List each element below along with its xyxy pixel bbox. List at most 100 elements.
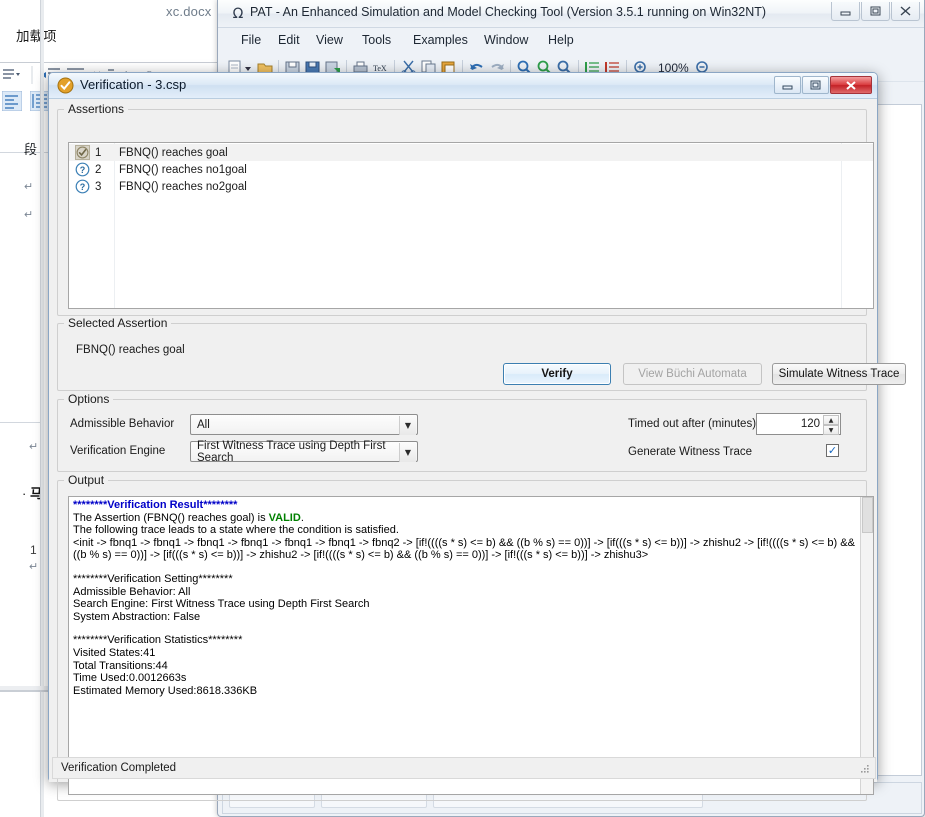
pat-menu-bar: File Edit View Tools Examples Window Hel…	[218, 28, 924, 54]
menu-window[interactable]: Window	[484, 33, 528, 47]
svg-text:?: ?	[80, 182, 86, 192]
timeout-label: Timed out after (minutes)	[628, 418, 757, 430]
admissible-behavior-label: Admissible Behavior	[70, 418, 175, 430]
output-scrollbar[interactable]	[860, 497, 873, 794]
word-list-style-icon[interactable]	[2, 66, 22, 84]
output-scrollbar-thumb[interactable]	[862, 497, 873, 533]
output-setting-line-3: System Abstraction: False	[73, 610, 201, 623]
dialog-status-bar: Verification Completed	[52, 757, 876, 779]
admissible-behavior-value: All	[197, 418, 210, 431]
word-bullet-mark: ·	[22, 486, 27, 501]
output-group-label: Output	[64, 473, 109, 487]
pat-close-button[interactable]	[891, 2, 920, 21]
assertion-number-3: 3	[95, 180, 102, 193]
verification-engine-combobox[interactable]: First Witness Trace using Depth First Se…	[190, 439, 418, 464]
spinner-down-icon[interactable]: ▼	[823, 425, 839, 435]
verification-engine-value: First Witness Trace using Depth First Se…	[197, 439, 386, 464]
output-content: ********Verification Result******** The …	[73, 499, 859, 697]
timeout-value: 120	[800, 418, 820, 430]
output-setting-line-2: Search Engine: First Witness Trace using…	[73, 598, 370, 611]
screen-root: xc.docx 加载项 段 ↵ ↵ ↵ · 马 1 ↵ Ω PAT - An E…	[0, 0, 925, 817]
simulate-witness-trace-button[interactable]: Simulate Witness Trace	[772, 363, 906, 385]
close-icon	[846, 80, 856, 90]
maximize-icon	[810, 80, 821, 90]
output-stats-line-3: Time Used:0.0012663s	[73, 672, 187, 685]
svg-text:?: ?	[80, 165, 86, 175]
assertion-number-1: 1	[95, 146, 102, 159]
pat-window-title: PAT - An Enhanced Simulation and Model C…	[250, 5, 767, 19]
assertions-list[interactable]: 1 FBNQ() reaches goal ? 2 FBNQ() reaches…	[68, 142, 874, 309]
assertion-text-3: FBNQ() reaches no2goal	[119, 180, 247, 193]
word-divider-icon	[31, 66, 33, 84]
verification-check-icon	[57, 77, 74, 94]
menu-examples[interactable]: Examples	[413, 33, 468, 47]
output-assertion-post: .	[300, 511, 304, 524]
checkmark-icon: ✓	[827, 444, 838, 457]
verification-dialog: Verification - 3.csp Assertions 1 FBNQ()…	[48, 72, 906, 801]
unknown-assertion-icon: ?	[75, 162, 90, 177]
word-page-shadow	[41, 0, 44, 817]
minimize-icon	[840, 11, 851, 15]
output-stats-line-2: Total Transitions:44	[73, 659, 168, 672]
output-stats-header: ********Verification Statistics********	[73, 634, 243, 647]
selected-assertion-group-label: Selected Assertion	[64, 316, 172, 330]
verification-engine-label: Verification Engine	[70, 445, 166, 457]
spinner-buttons: ▲ ▼	[823, 415, 839, 435]
assertion-row-1[interactable]: 1 FBNQ() reaches goal	[69, 144, 873, 161]
output-assertion-pre: The Assertion (FBNQ() reaches goal) is	[73, 511, 269, 524]
pat-maximize-button[interactable]	[861, 2, 890, 21]
dialog-close-button[interactable]	[830, 76, 872, 94]
output-result-header: ********Verification Result********	[73, 499, 238, 511]
pat-window-controls	[830, 2, 920, 21]
output-assertion-line: The Assertion (FBNQ() reaches goal) is V…	[73, 512, 859, 525]
generate-witness-trace-label: Generate Witness Trace	[628, 446, 752, 458]
pat-minimize-button[interactable]	[831, 2, 860, 21]
assertion-row-3[interactable]: ? 3 FBNQ() reaches no2goal	[69, 178, 873, 195]
dialog-minimize-button[interactable]	[774, 76, 801, 94]
word-page-top-divider	[0, 422, 40, 423]
assertion-row-2[interactable]: ? 2 FBNQ() reaches no1goal	[69, 161, 873, 178]
timeout-spinner[interactable]: 120 ▲ ▼	[756, 413, 841, 435]
maximize-icon	[870, 6, 881, 16]
output-spacer-2	[73, 623, 859, 634]
checked-assertion-icon	[75, 145, 90, 160]
menu-view[interactable]: View	[316, 33, 343, 47]
output-trace: <init -> fbnq1 -> fbnq1 -> fbnq1 -> fbnq…	[73, 536, 855, 562]
word-addins-tab[interactable]: 加载项	[16, 25, 57, 45]
unknown-assertion-icon: ?	[75, 179, 90, 194]
dialog-maximize-button[interactable]	[802, 76, 829, 94]
output-spacer-1	[73, 562, 859, 573]
generate-witness-trace-checkbox[interactable]: ✓	[826, 444, 839, 457]
omega-icon: Ω	[232, 6, 244, 22]
output-group: Output ********Verification Result******…	[57, 473, 874, 801]
output-textbox[interactable]: ********Verification Result******** The …	[68, 496, 874, 795]
resize-grip-icon[interactable]	[859, 763, 871, 775]
pat-title-bar[interactable]: Ω PAT - An Enhanced Simulation and Model…	[218, 0, 924, 28]
spinner-up-icon[interactable]: ▲	[823, 415, 839, 425]
menu-tools[interactable]: Tools	[362, 33, 391, 47]
chevron-down-icon[interactable]: ▼	[399, 443, 416, 462]
word-align-left-icon[interactable]	[2, 91, 22, 111]
admissible-behavior-combobox[interactable]: All ▼	[190, 414, 418, 435]
word-document-name: xc.docx	[166, 4, 212, 19]
assertion-number-2: 2	[95, 163, 102, 176]
close-icon	[900, 6, 911, 16]
menu-file[interactable]: File	[241, 33, 261, 47]
view-buchi-automata-button: View Büchi Automata	[623, 363, 762, 385]
chevron-down-icon[interactable]: ▼	[399, 416, 416, 435]
verify-button[interactable]: Verify	[503, 363, 611, 385]
dialog-body: Assertions 1 FBNQ() reaches goal ? 2 FBN…	[49, 99, 906, 801]
word-list-number: 1	[30, 543, 37, 557]
dialog-title: Verification - 3.csp	[80, 77, 187, 92]
word-pilcrow-mark-1: ↵	[24, 181, 34, 193]
minimize-icon	[782, 85, 793, 89]
word-paragraph-group-label: 段	[24, 142, 38, 157]
assertion-text-2: FBNQ() reaches no1goal	[119, 163, 247, 176]
options-group: Options Admissible Behavior All ▼ Verifi…	[57, 392, 867, 472]
menu-help[interactable]: Help	[548, 33, 574, 47]
output-stats-line-1: Visited States:41	[73, 646, 156, 659]
menu-edit[interactable]: Edit	[278, 33, 300, 47]
word-pilcrow-mark-3: ↵	[29, 441, 39, 453]
output-verdict: VALID	[268, 511, 301, 524]
dialog-title-bar[interactable]: Verification - 3.csp	[49, 73, 877, 99]
